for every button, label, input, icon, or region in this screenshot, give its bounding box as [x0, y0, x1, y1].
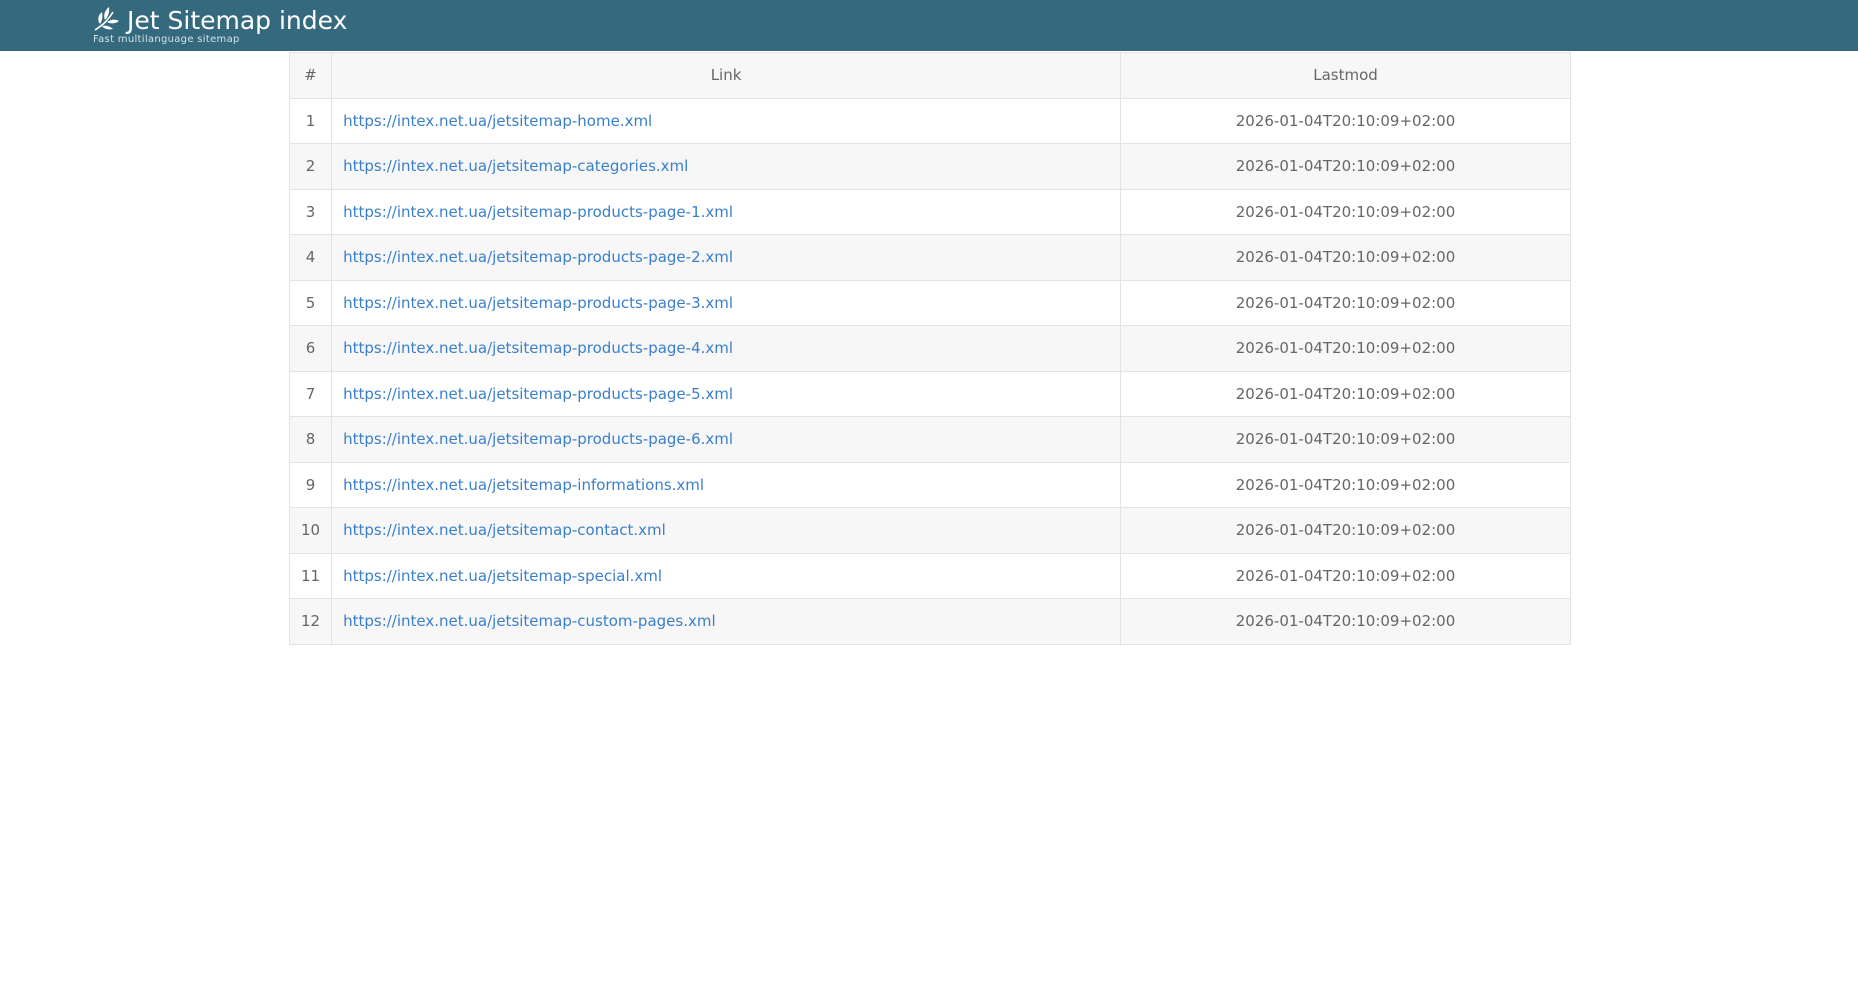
sitemap-link[interactable]: https://intex.net.ua/jetsitemap-products…	[343, 430, 733, 448]
sitemap-link[interactable]: https://intex.net.ua/jetsitemap-categori…	[343, 157, 688, 175]
leaf-branch-icon	[93, 6, 121, 36]
column-header-lastmod: Lastmod	[1120, 52, 1571, 99]
row-number: 8	[288, 416, 333, 463]
row-number: 5	[288, 279, 333, 326]
link-cell: https://intex.net.ua/jetsitemap-informat…	[331, 461, 1121, 508]
link-cell: https://intex.net.ua/jetsitemap-custom-p…	[331, 598, 1121, 645]
lastmod-cell: 2026-01-04T20:10:09+02:00	[1120, 370, 1571, 417]
table-row: 1 https://intex.net.ua/jetsitemap-home.x…	[288, 97, 1571, 144]
row-number: 1	[288, 97, 333, 144]
sitemap-link[interactable]: https://intex.net.ua/jetsitemap-custom-p…	[343, 612, 716, 630]
link-cell: https://intex.net.ua/jetsitemap-categori…	[331, 143, 1121, 190]
table-row: 7 https://intex.net.ua/jetsitemap-produc…	[288, 370, 1571, 417]
lastmod-cell: 2026-01-04T20:10:09+02:00	[1120, 188, 1571, 235]
row-number: 7	[288, 370, 333, 417]
sitemap-link[interactable]: https://intex.net.ua/jetsitemap-special.…	[343, 567, 662, 585]
row-number: 11	[288, 552, 333, 599]
link-cell: https://intex.net.ua/jetsitemap-home.xml	[331, 97, 1121, 144]
row-number: 9	[288, 461, 333, 508]
row-number: 4	[288, 234, 333, 281]
lastmod-cell: 2026-01-04T20:10:09+02:00	[1120, 325, 1571, 372]
sitemap-link[interactable]: https://intex.net.ua/jetsitemap-informat…	[343, 476, 704, 494]
table-row: 3 https://intex.net.ua/jetsitemap-produc…	[288, 188, 1571, 235]
lastmod-cell: 2026-01-04T20:10:09+02:00	[1120, 97, 1571, 144]
table-row: 10 https://intex.net.ua/jetsitemap-conta…	[288, 507, 1571, 554]
row-number: 12	[288, 598, 333, 645]
link-cell: https://intex.net.ua/jetsitemap-contact.…	[331, 507, 1121, 554]
row-number: 6	[288, 325, 333, 372]
sitemap-link[interactable]: https://intex.net.ua/jetsitemap-products…	[343, 385, 733, 403]
page-title: Jet Sitemap index	[127, 6, 348, 35]
table-row: 5 https://intex.net.ua/jetsitemap-produc…	[288, 279, 1571, 326]
link-cell: https://intex.net.ua/jetsitemap-products…	[331, 188, 1121, 235]
sitemap-link[interactable]: https://intex.net.ua/jetsitemap-home.xml	[343, 112, 652, 130]
table-row: 6 https://intex.net.ua/jetsitemap-produc…	[288, 325, 1571, 372]
link-cell: https://intex.net.ua/jetsitemap-products…	[331, 370, 1121, 417]
column-header-number: #	[288, 52, 333, 99]
lastmod-cell: 2026-01-04T20:10:09+02:00	[1120, 279, 1571, 326]
row-number: 10	[288, 507, 333, 554]
sitemap-link[interactable]: https://intex.net.ua/jetsitemap-products…	[343, 248, 733, 266]
lastmod-cell: 2026-01-04T20:10:09+02:00	[1120, 416, 1571, 463]
table-row: 11 https://intex.net.ua/jetsitemap-speci…	[288, 552, 1571, 599]
link-cell: https://intex.net.ua/jetsitemap-products…	[331, 325, 1121, 372]
table-row: 9 https://intex.net.ua/jetsitemap-inform…	[288, 461, 1571, 508]
lastmod-cell: 2026-01-04T20:10:09+02:00	[1120, 461, 1571, 508]
row-number: 2	[288, 143, 333, 190]
column-header-link: Link	[331, 52, 1121, 99]
link-cell: https://intex.net.ua/jetsitemap-products…	[331, 279, 1121, 326]
table-row: 8 https://intex.net.ua/jetsitemap-produc…	[288, 416, 1571, 463]
sitemap-table: # Link Lastmod 1 https://intex.net.ua/je…	[288, 52, 1571, 645]
link-cell: https://intex.net.ua/jetsitemap-special.…	[331, 552, 1121, 599]
sitemap-link[interactable]: https://intex.net.ua/jetsitemap-products…	[343, 203, 733, 221]
lastmod-cell: 2026-01-04T20:10:09+02:00	[1120, 552, 1571, 599]
table-row: 4 https://intex.net.ua/jetsitemap-produc…	[288, 234, 1571, 281]
lastmod-cell: 2026-01-04T20:10:09+02:00	[1120, 507, 1571, 554]
sitemap-link[interactable]: https://intex.net.ua/jetsitemap-products…	[343, 294, 733, 312]
table-row: 2 https://intex.net.ua/jetsitemap-catego…	[288, 143, 1571, 190]
link-cell: https://intex.net.ua/jetsitemap-products…	[331, 416, 1121, 463]
header: Jet Sitemap index Fast multilanguage sit…	[0, 0, 1858, 51]
table-row: 12 https://intex.net.ua/jetsitemap-custo…	[288, 598, 1571, 645]
sitemap-link[interactable]: https://intex.net.ua/jetsitemap-contact.…	[343, 521, 666, 539]
lastmod-cell: 2026-01-04T20:10:09+02:00	[1120, 143, 1571, 190]
sitemap-link[interactable]: https://intex.net.ua/jetsitemap-products…	[343, 339, 733, 357]
table-header-row: # Link Lastmod	[288, 52, 1571, 99]
row-number: 3	[288, 188, 333, 235]
link-cell: https://intex.net.ua/jetsitemap-products…	[331, 234, 1121, 281]
lastmod-cell: 2026-01-04T20:10:09+02:00	[1120, 598, 1571, 645]
brand: Jet Sitemap index Fast multilanguage sit…	[93, 4, 347, 45]
lastmod-cell: 2026-01-04T20:10:09+02:00	[1120, 234, 1571, 281]
